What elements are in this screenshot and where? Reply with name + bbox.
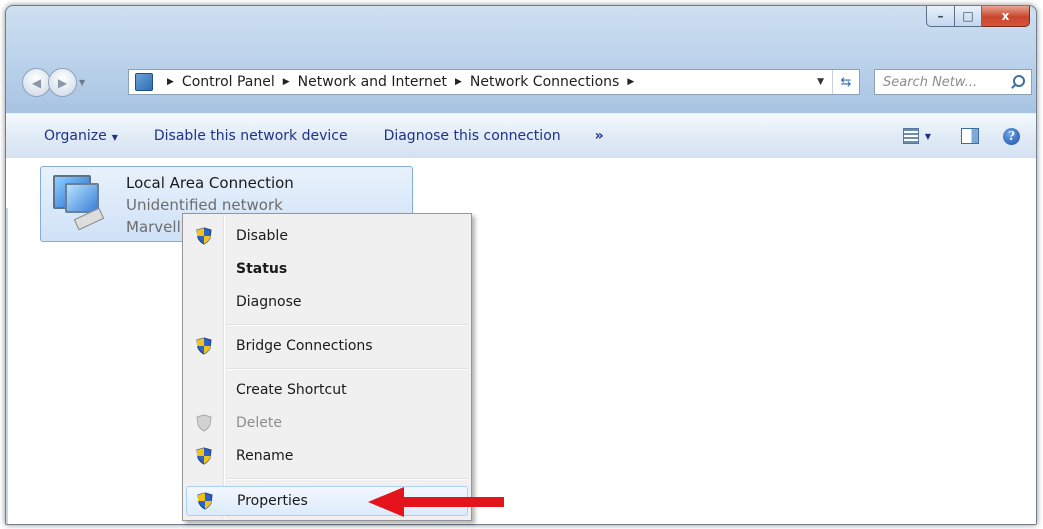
menu-separator: [227, 324, 468, 326]
red-arrow-annotation: [368, 487, 504, 517]
menu-separator: [227, 368, 468, 370]
close-button[interactable]: x: [982, 6, 1030, 27]
explorer-window: – □ x ◀ ▶ ▼ ▶ Control Panel ▶ Network an…: [5, 5, 1037, 525]
chevron-down-icon: ▼: [111, 133, 118, 142]
control-panel-icon: [135, 73, 153, 91]
menu-item-rename[interactable]: Rename: [186, 442, 468, 470]
menu-separator: [227, 478, 468, 480]
back-arrow-icon: ◀: [31, 75, 42, 90]
menu-item-create-shortcut[interactable]: Create Shortcut: [186, 376, 468, 404]
uac-shield-icon: [196, 414, 212, 432]
disable-device-button[interactable]: Disable this network device: [154, 128, 348, 144]
menu-item-label: Create Shortcut: [236, 382, 347, 398]
uac-shield-icon: [196, 337, 212, 355]
search-icon[interactable]: [1011, 75, 1025, 89]
organize-label: Organize: [44, 128, 107, 144]
more-commands-button[interactable]: »: [595, 128, 604, 144]
back-button[interactable]: ◀: [22, 68, 51, 97]
menu-item-bridge-connections[interactable]: Bridge Connections: [186, 332, 468, 360]
uac-shield-icon: [196, 447, 212, 465]
organize-menu-button[interactable]: Organize ▼: [44, 128, 118, 144]
menu-item-status[interactable]: Status: [186, 255, 468, 283]
help-icon[interactable]: ?: [1003, 127, 1020, 145]
view-controls: ▼ ?: [902, 127, 1020, 145]
address-bar[interactable]: ▶ Control Panel ▶ Network and Internet ▶…: [128, 69, 860, 95]
menu-item-label: Delete: [236, 415, 282, 431]
preview-pane-icon[interactable]: [961, 128, 979, 144]
maximize-button[interactable]: □: [955, 6, 982, 27]
menu-item-label: Bridge Connections: [236, 338, 373, 354]
navigation-buttons: ◀ ▶ ▼: [22, 68, 85, 97]
change-view-icon[interactable]: [902, 128, 919, 144]
forward-arrow-icon: ▶: [57, 75, 68, 90]
breadcrumb-network-and-internet[interactable]: Network and Internet: [298, 74, 447, 90]
menu-item-disable[interactable]: Disable: [186, 222, 468, 250]
command-bar: Organize ▼ Disable this network device Di…: [6, 113, 1036, 159]
connection-name: Local Area Connection: [126, 174, 294, 192]
search-box[interactable]: Search Netw...: [874, 69, 1032, 95]
menu-item-diagnose[interactable]: Diagnose: [186, 288, 468, 316]
breadcrumb-control-panel[interactable]: Control Panel: [182, 74, 275, 90]
breadcrumb-separator-icon[interactable]: ▶: [283, 77, 290, 87]
uac-shield-icon: [196, 227, 212, 245]
menu-item-label: Status: [236, 261, 288, 277]
breadcrumb-network-connections[interactable]: Network Connections: [470, 74, 619, 90]
menu-item-label: Rename: [236, 448, 294, 464]
network-adapter-icon: [51, 173, 105, 231]
menu-item-label: Disable: [236, 228, 288, 244]
forward-button[interactable]: ▶: [48, 68, 77, 97]
minimize-icon: –: [937, 9, 944, 23]
caption-buttons: – □ x: [926, 6, 1030, 27]
menu-item-delete: Delete: [186, 409, 468, 437]
connections-list: Local Area Connection Unidentified netwo…: [6, 158, 1036, 524]
recent-pages-dropdown-icon[interactable]: ▼: [79, 78, 85, 87]
menu-item-label: Properties: [237, 493, 308, 509]
search-placeholder[interactable]: Search Netw...: [875, 75, 1011, 90]
context-menu: Disable Status Diagnose Bridge Connectio…: [182, 213, 472, 521]
breadcrumb-separator-icon[interactable]: ▶: [455, 77, 462, 87]
diagnose-connection-button[interactable]: Diagnose this connection: [384, 128, 561, 144]
close-icon: x: [1001, 9, 1010, 23]
address-dropdown-icon[interactable]: ▼: [809, 77, 832, 87]
minimize-button[interactable]: –: [926, 6, 955, 27]
menu-item-label: Diagnose: [236, 294, 302, 310]
uac-shield-icon: [197, 492, 213, 510]
maximize-icon: □: [962, 9, 974, 23]
refresh-icon[interactable]: ⇆: [832, 70, 859, 94]
breadcrumb-separator-icon[interactable]: ▶: [627, 77, 634, 87]
breadcrumb-separator-icon[interactable]: ▶: [167, 77, 174, 87]
view-options-dropdown-icon[interactable]: ▼: [925, 132, 931, 141]
